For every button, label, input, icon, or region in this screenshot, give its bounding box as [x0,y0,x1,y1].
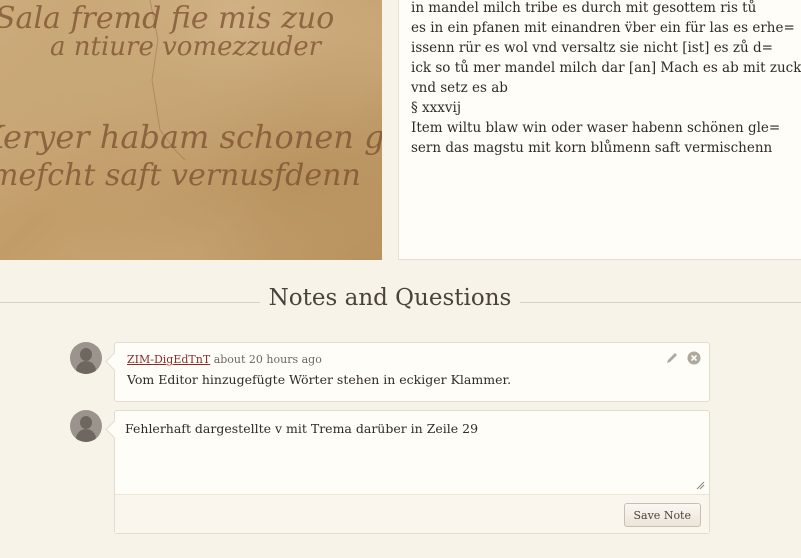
note-form-footer: Save Note [115,494,709,533]
notes-title: Notes and Questions [268,285,512,311]
transcription-line: issenn rür es wol vnd versaltz sie nicht… [411,40,773,56]
note-textarea[interactable] [115,411,709,494]
note-author-link[interactable]: ZIM-DigEdTnT [127,353,210,366]
transcription-line: es in ein pfanen mit einandren v̈ber ein… [411,20,795,36]
close-circle-icon[interactable] [687,351,701,365]
resize-handle-icon[interactable] [696,481,705,490]
new-note-form: Save Note [114,410,710,534]
transcription-line: sern das magstu mit korn blůmenn saft ve… [411,140,773,156]
transcription-line: in mandel milch tribe es durch mit gesot… [411,0,757,16]
note-timestamp: about 20 hours ago [213,353,322,366]
notes-section-header: Notes and Questions [0,285,801,319]
user-avatar-icon [70,342,102,374]
script-line-2: a ntiure vomezzuder [50,32,323,62]
note-tools [665,351,701,365]
transcription-line: ick so tů mer mandel milch dar [an] Mach… [411,60,801,76]
note-meta: ZIM-DigEdTnT about 20 hours ago [127,353,697,366]
note-body: Vom Editor hinzugefügte Wörter stehen in… [127,372,512,387]
user-avatar-icon [70,410,102,442]
manuscript-scan: Sala fremd fie mis zuo a ntiure vomezzud… [0,0,382,193]
script-line-3: Keryer habam schonen gle [0,118,382,156]
note-item: ZIM-DigEdTnT about 20 hours ago Vom Edit… [114,342,710,402]
script-line-1: Sala fremd fie mis zuo [0,1,334,36]
manuscript-image: Sala fremd fie mis zuo a ntiure vomezzud… [0,0,382,260]
transcription-line: § xxxvij [411,100,462,116]
transcription-line: Item wiltu blaw win oder waser habenn sc… [411,120,781,136]
script-line-4: mefcht saft vernusfdenn [0,158,361,193]
divider [0,302,260,303]
transcription-line: vnd setz es ab [411,80,508,96]
save-note-button[interactable]: Save Note [623,503,701,527]
transcription-panel: in mandel milch tribe es durch mit gesot… [398,0,801,260]
pencil-icon[interactable] [665,351,679,365]
divider [520,302,801,303]
